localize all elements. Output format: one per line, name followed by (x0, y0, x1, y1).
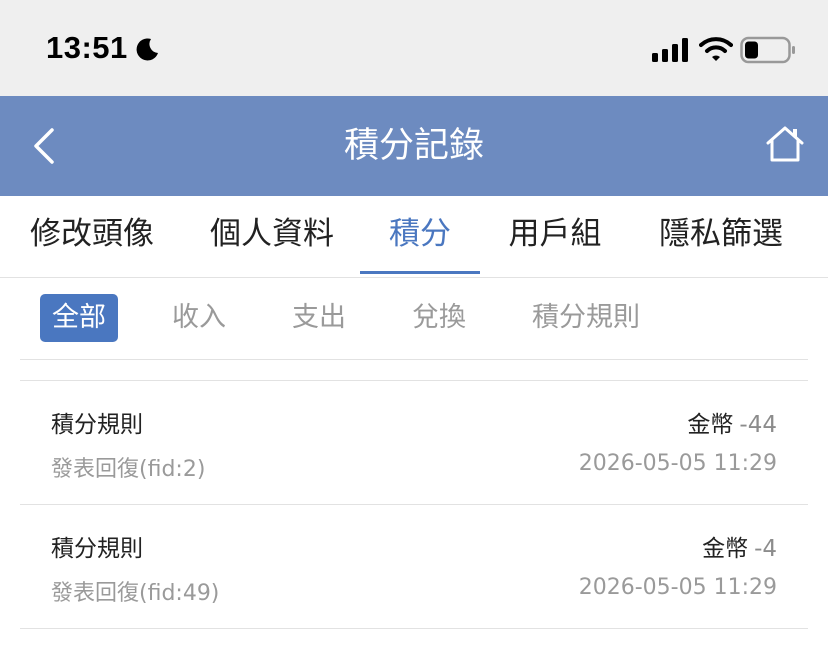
subtab-all[interactable]: 全部 (40, 294, 118, 342)
record-amount: 金幣 -4 (702, 529, 777, 563)
moon-icon (136, 38, 158, 61)
status-bar: 13:51 (0, 0, 828, 96)
record-rule: 積分規則 (51, 536, 143, 562)
main-tabs: 修改頭像 個人資料 積分 用戶組 隱私篩選 (0, 196, 828, 278)
list-item: 積分規則 金幣 -4 發表回復(fid:49) 2026-05-05 11:29 (20, 505, 808, 629)
record-desc: 發表回復(fid:2) (51, 457, 206, 482)
subtab-expense[interactable]: 支出 (292, 294, 346, 342)
subtab-rules[interactable]: 積分規則 (532, 294, 640, 342)
record-currency: 金幣 (687, 412, 734, 438)
subtab-income[interactable]: 收入 (172, 294, 226, 342)
tab-points[interactable]: 積分 (360, 196, 480, 278)
tab-profile[interactable]: 個人資料 (210, 196, 334, 278)
record-delta: -4 (754, 536, 777, 562)
nav-header: 積分記錄 (0, 96, 828, 196)
tab-privacy-filter[interactable]: 隱私篩選 (658, 196, 784, 278)
record-rule: 積分規則 (51, 412, 143, 438)
record-time: 2026-05-05 11:29 (578, 451, 777, 476)
record-time: 2026-05-05 11:29 (578, 575, 777, 600)
status-time: 13:51 (46, 30, 128, 65)
record-delta: -44 (739, 412, 777, 438)
page-title: 積分記錄 (343, 126, 484, 166)
battery-icon (740, 36, 795, 64)
sub-tabs: 全部 收入 支出 兌換 積分規則 (20, 278, 808, 360)
tab-avatar[interactable]: 修改頭像 (30, 196, 154, 278)
record-amount: 金幣 -44 (687, 405, 777, 439)
subtab-exchange[interactable]: 兌換 (412, 294, 466, 342)
active-tab-indicator (360, 271, 480, 274)
wifi-icon (699, 37, 733, 61)
home-icon[interactable] (764, 124, 806, 164)
list-item: 積分規則 金幣 -44 發表回復(fid:2) 2026-05-05 11:29 (20, 381, 808, 505)
tab-usergroup[interactable]: 用戶組 (508, 196, 602, 278)
record-currency: 金幣 (702, 536, 749, 562)
record-desc: 發表回復(fid:49) (51, 581, 220, 606)
signal-icon (652, 38, 688, 62)
